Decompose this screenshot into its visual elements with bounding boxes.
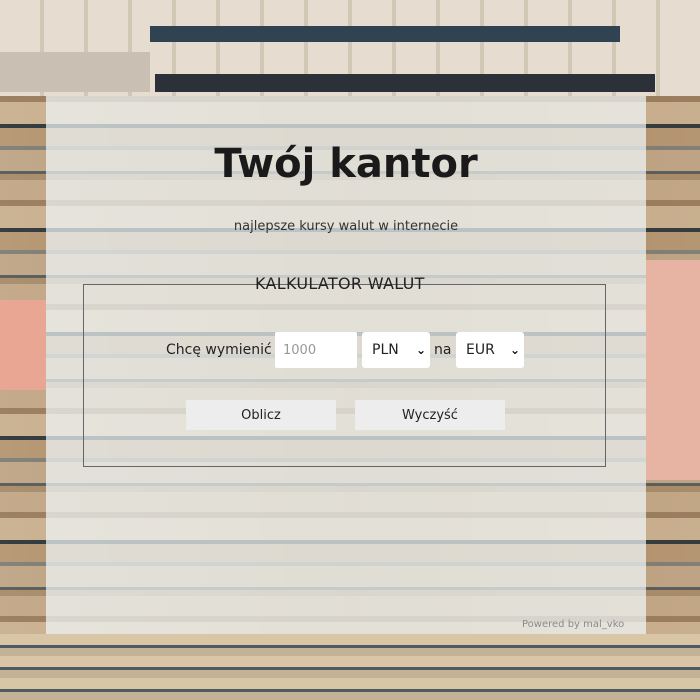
powered-by-credit: Powered by mal_vko xyxy=(522,619,625,630)
background-band xyxy=(150,26,620,42)
background-band xyxy=(155,74,655,92)
from-currency-value: PLN xyxy=(372,342,399,358)
background-note-right xyxy=(646,260,700,480)
chevron-down-icon: ⌄ xyxy=(509,343,521,357)
to-currency-value: EUR xyxy=(466,342,495,358)
exchange-label: Chcę wymienić xyxy=(166,342,272,358)
clear-button[interactable]: Wyczyść xyxy=(355,400,505,430)
background-bottom-notes xyxy=(0,634,700,700)
calculator-legend: KALKULATOR WALUT xyxy=(255,274,425,293)
amount-input[interactable] xyxy=(275,332,357,368)
page-subtitle: najlepsze kursy walut w internecie xyxy=(233,219,459,234)
from-currency-select[interactable]: PLN ⌄ xyxy=(362,332,430,368)
calculator-fieldset xyxy=(83,284,606,467)
to-currency-select[interactable]: EUR ⌄ xyxy=(456,332,524,368)
connector-label: na xyxy=(434,342,452,358)
calculate-button[interactable]: Oblicz xyxy=(186,400,336,430)
background-note-left xyxy=(0,300,46,390)
chevron-down-icon: ⌄ xyxy=(415,343,427,357)
background-band xyxy=(0,52,150,92)
page-title: Twój kantor xyxy=(214,141,478,187)
